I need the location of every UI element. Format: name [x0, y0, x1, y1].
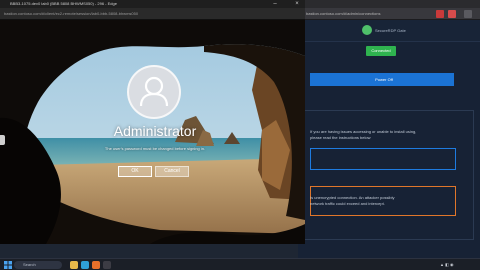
minimize-icon[interactable]: –: [269, 0, 281, 8]
extension-icon[interactable]: [436, 10, 444, 18]
remote-url-text[interactable]: bastion.contoso.com/#/client/ec2-remote/…: [4, 11, 184, 17]
info-input-box[interactable]: [310, 148, 456, 170]
background-url-text[interactable]: bastion.contoso.com/#/admin/connections: [306, 11, 416, 17]
background-tab-bar: ×: [298, 0, 480, 8]
warning-text-1: Is unencrypted connection. An attacker p…: [310, 195, 395, 200]
system-tray-icons[interactable]: ▲ ◧ ◉: [440, 261, 453, 269]
file-explorer-icon[interactable]: [70, 261, 78, 269]
notice-text-1: If you are having issues accessing or un…: [310, 129, 417, 134]
menu-icon[interactable]: [464, 10, 472, 18]
desktop: × bastion.contoso.com/#/admin/connection…: [0, 0, 480, 270]
remote-address-bar[interactable]: bastion.contoso.com/#/client/ec2-remote/…: [0, 8, 305, 20]
close-icon[interactable]: ×: [291, 0, 303, 8]
lock-screen[interactable]: Administrator The user's password must b…: [0, 20, 305, 244]
connected-badge: Connected: [366, 46, 396, 56]
brand-logo-icon: [362, 25, 372, 35]
ok-button[interactable]: OK: [118, 166, 152, 177]
user-icon: [139, 76, 169, 107]
background-browser-window[interactable]: × bastion.contoso.com/#/admin/connection…: [298, 0, 480, 258]
remote-session-window[interactable]: BBB3-1075.dev0 lab0 (BBB 5808 BHWMS050) …: [0, 0, 305, 244]
background-address-bar[interactable]: bastion.contoso.com/#/admin/connections: [298, 8, 480, 20]
password-change-message: The user's password must be changed befo…: [104, 146, 206, 151]
firefox-icon[interactable]: [92, 261, 100, 269]
remote-window-titlebar[interactable]: BBB3-1075.dev0 lab0 (BBB 5808 BHWMS050) …: [0, 0, 305, 8]
clipboard-side-tab[interactable]: [0, 135, 5, 145]
warning-text-2: network traffic could exceed and interce…: [310, 201, 385, 206]
cancel-button[interactable]: Cancel: [155, 166, 189, 177]
remote-window-title: BBB3-1075.dev0 lab0 (BBB 5808 BHWMS050) …: [10, 1, 117, 6]
shield-icon[interactable]: [448, 10, 456, 18]
power-off-button[interactable]: Power Off: [314, 73, 454, 86]
taskbar-search-placeholder: Search: [23, 262, 36, 267]
terminal-icon[interactable]: [103, 261, 111, 269]
windows-start-icon[interactable]: [4, 261, 12, 269]
app-header: SecureRDP Gate: [298, 20, 480, 42]
user-avatar: [127, 65, 181, 119]
edge-icon[interactable]: [81, 261, 89, 269]
taskbar: Search ▲ ◧ ◉: [0, 258, 480, 270]
brand-name: SecureRDP Gate: [375, 28, 406, 33]
username: Administrator: [113, 123, 197, 139]
taskbar-search[interactable]: Search: [14, 261, 62, 269]
notice-text-2: please read the instructions below: [310, 135, 371, 140]
